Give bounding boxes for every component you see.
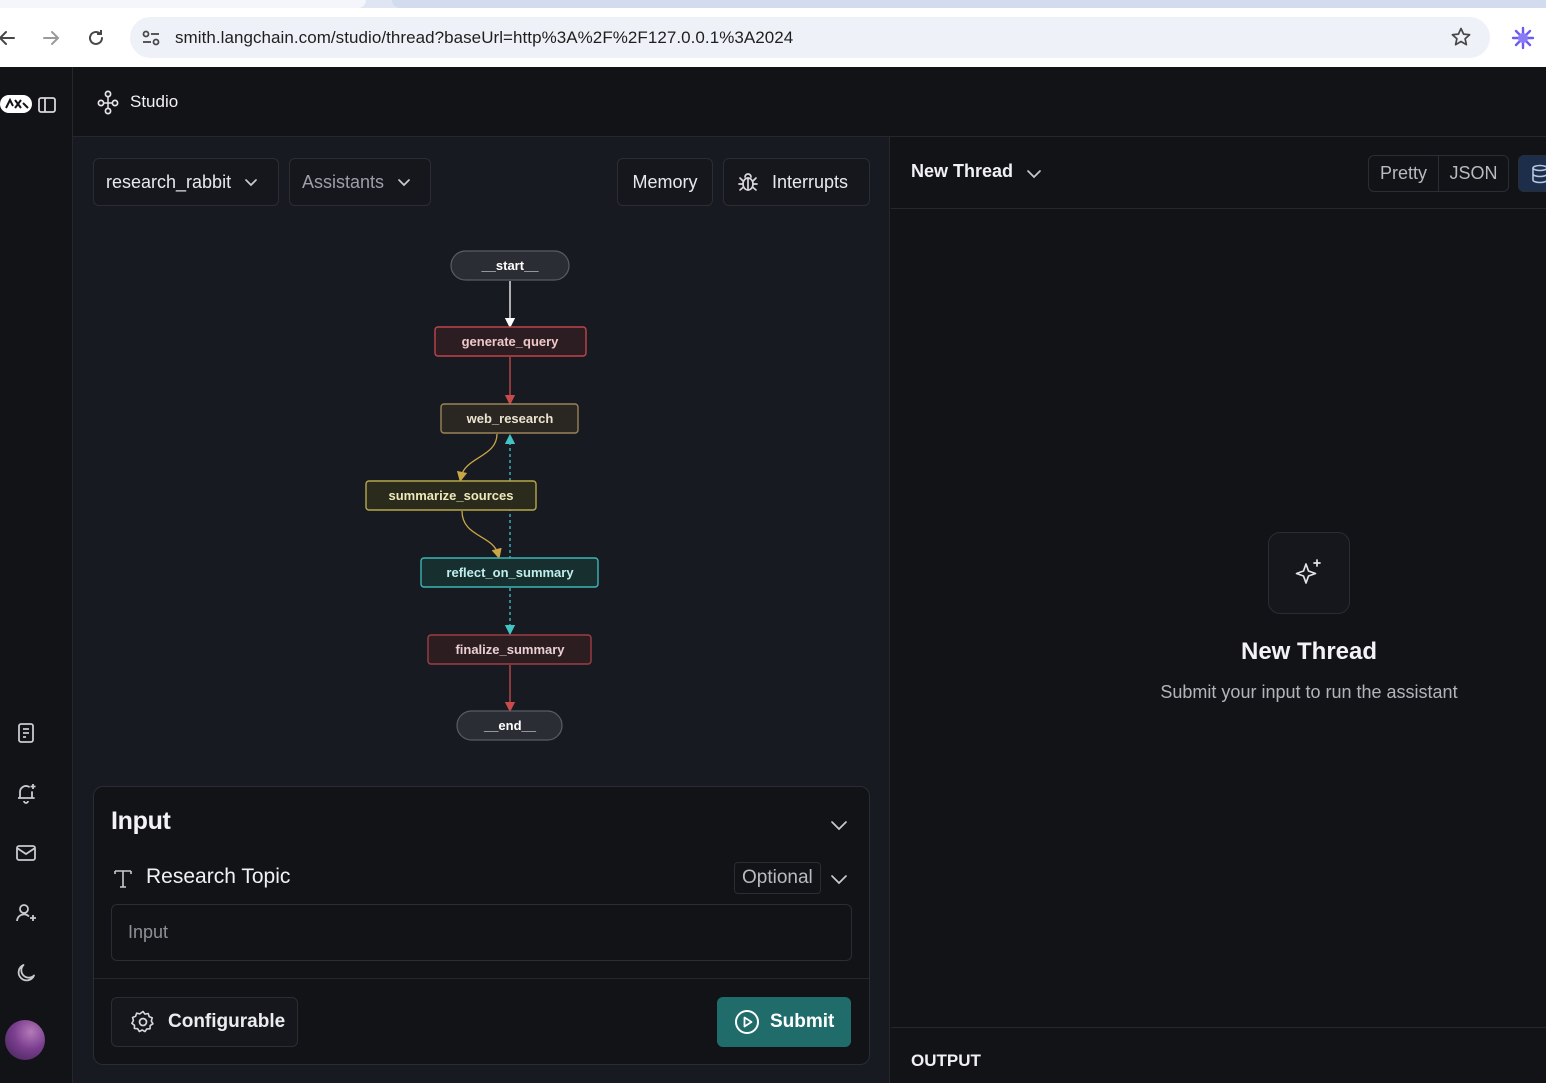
graph-node-generate-query[interactable]: generate_query (434, 326, 587, 357)
database-button[interactable] (1518, 155, 1546, 192)
interrupts-button-label: Interrupts (772, 171, 849, 192)
sparkle-icon (1268, 532, 1350, 614)
bug-icon (738, 173, 758, 191)
graph-node-label: __start__ (480, 258, 539, 273)
configurable-label: Configurable (168, 1011, 286, 1032)
thread-pane: New Thread Pretty JSON New Thread Submit… (891, 137, 1546, 1083)
graph-select-label: research_rabbit (106, 171, 232, 192)
input-panel: Input Research Topic Optional Input Conf… (93, 786, 870, 1065)
assistants-select[interactable]: Assistants (289, 158, 431, 206)
text-type-icon (114, 870, 132, 888)
gear-icon (131, 1010, 154, 1033)
empty-state-title: New Thread (1240, 638, 1378, 665)
left-rail (0, 67, 73, 1083)
graph-node-label: generate_query (462, 334, 560, 349)
chevron-down-icon[interactable] (829, 869, 849, 889)
graph-node-label: summarize_sources (388, 488, 513, 503)
research-topic-input[interactable]: Input (111, 904, 852, 961)
notifications-icon[interactable] (12, 779, 40, 807)
interrupts-button[interactable]: Interrupts (723, 158, 870, 206)
browser-active-tab[interactable] (0, 0, 366, 8)
memory-button[interactable]: Memory (617, 158, 713, 206)
app-header: Studio (73, 67, 1546, 137)
mail-icon[interactable] (12, 839, 40, 867)
docs-icon[interactable] (12, 719, 40, 747)
forward-icon[interactable] (36, 23, 66, 53)
graph-node-finalize-summary[interactable]: finalize_summary (427, 634, 592, 665)
play-circle-icon (735, 1010, 759, 1034)
pretty-view-button[interactable]: Pretty (1369, 156, 1439, 191)
graph-node-reflect-on-summary[interactable]: reflect_on_summary (420, 557, 599, 588)
address-bar[interactable]: smith.langchain.com/studio/thread?baseUr… (130, 17, 1490, 58)
submit-label: Submit (770, 1011, 835, 1032)
chevron-down-icon (245, 179, 257, 187)
json-view-button[interactable]: JSON (1439, 156, 1508, 191)
reload-icon[interactable] (81, 23, 111, 53)
graph-node-label: finalize_summary (455, 642, 565, 657)
studio-title[interactable]: Studio (130, 92, 178, 112)
output-label: OUTPUT (911, 1051, 981, 1070)
output-section: OUTPUT (891, 1027, 1546, 1083)
chevron-down-icon[interactable] (829, 815, 849, 835)
avatar[interactable] (5, 1020, 45, 1060)
submit-button[interactable]: Submit (717, 997, 851, 1047)
graph-node-end[interactable]: __end__ (456, 710, 563, 741)
back-icon[interactable] (0, 23, 22, 53)
field-label: Research Topic (146, 865, 291, 888)
url-text[interactable]: smith.langchain.com/studio/thread?baseUr… (175, 28, 793, 48)
configurable-button[interactable]: Configurable (111, 997, 298, 1047)
divider (94, 978, 869, 979)
studio-graph-icon (97, 90, 119, 115)
browser-toolbar: smith.langchain.com/studio/thread?baseUr… (0, 8, 1546, 67)
add-user-icon[interactable] (12, 899, 40, 927)
thread-select-label[interactable]: New Thread (911, 161, 1013, 182)
input-panel-title: Input (111, 807, 171, 835)
empty-state-subtitle: Submit your input to run the assistant (1160, 682, 1458, 702)
graph-node-label: __end__ (483, 718, 537, 733)
thread-header: New Thread Pretty JSON (891, 137, 1546, 209)
chevron-down-icon[interactable] (1025, 165, 1043, 183)
database-icon (1532, 164, 1546, 183)
memory-button-label: Memory (632, 171, 698, 192)
graph-node-label: web_research (466, 411, 554, 426)
dark-mode-icon[interactable] (12, 959, 40, 987)
graph-pane: research_rabbit Assistants Memory Interr… (73, 137, 890, 1083)
extension-icon[interactable] (1510, 25, 1536, 51)
assistants-select-label: Assistants (302, 171, 385, 192)
optional-badge: Optional (734, 862, 821, 894)
sidebar-toggle-icon[interactable] (37, 95, 57, 115)
graph-canvas[interactable]: __start__ generate_query web_research su… (73, 207, 890, 787)
browser-inactive-tab[interactable] (392, 0, 1546, 8)
graph-node-summarize-sources[interactable]: summarize_sources (365, 480, 537, 511)
langchain-logo-icon[interactable] (0, 93, 34, 115)
graph-node-label: reflect_on_summary (446, 565, 574, 580)
browser-tab-strip (0, 0, 1546, 8)
input-placeholder: Input (128, 922, 169, 942)
chevron-down-icon (398, 179, 410, 187)
graph-node-web-research[interactable]: web_research (440, 403, 579, 434)
graph-node-start[interactable]: __start__ (450, 250, 570, 281)
bookmark-star-icon[interactable] (1450, 26, 1472, 48)
site-settings-icon[interactable] (140, 27, 162, 49)
graph-select[interactable]: research_rabbit (93, 158, 279, 206)
view-mode-toggle: Pretty JSON (1368, 155, 1509, 192)
